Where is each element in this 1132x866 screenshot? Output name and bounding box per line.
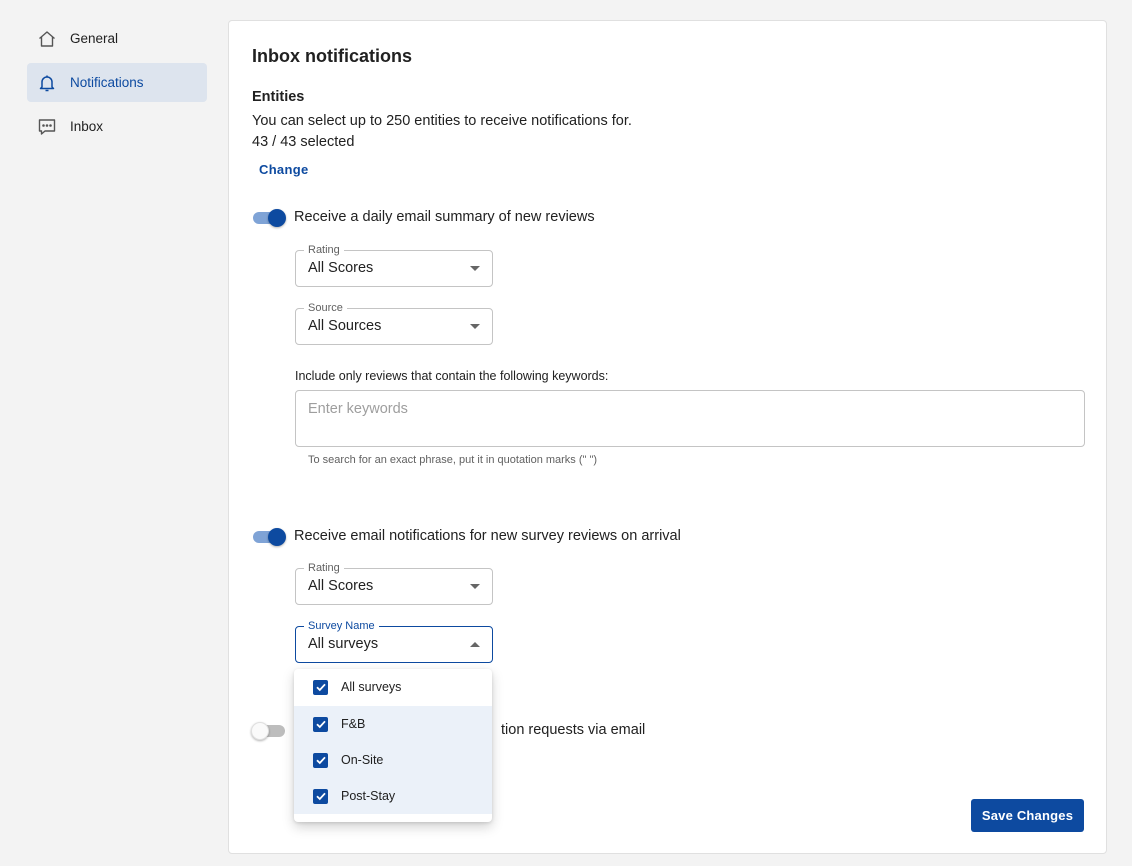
caret-down-icon [470, 266, 480, 271]
survey-rating-select[interactable]: Rating All Scores [295, 561, 493, 605]
toggle-thumb [268, 528, 286, 546]
sidebar-item-general[interactable]: General [27, 19, 207, 58]
third-notification-label: tion requests via email [501, 722, 646, 738]
entities-description: You can select up to 250 entities to rec… [252, 113, 632, 129]
save-changes-button[interactable]: Save Changes [971, 799, 1084, 832]
daily-source-select[interactable]: Source All Sources [295, 301, 493, 345]
entities-count: 43 / 43 selected [252, 134, 355, 150]
sidebar-item-label: Inbox [70, 119, 104, 134]
menu-item-label: On-Site [341, 753, 384, 767]
menu-item-on-site[interactable]: On-Site [294, 742, 492, 778]
sidebar-item-inbox[interactable]: Inbox [27, 107, 207, 146]
keywords-label: Include only reviews that contain the fo… [295, 369, 609, 383]
sidebar-item-label: Notifications [70, 75, 144, 90]
change-entities-button[interactable]: Change [259, 162, 308, 177]
survey-notifications-label: Receive email notifications for new surv… [294, 528, 681, 544]
third-notification-toggle[interactable] [251, 720, 286, 742]
select-value: All Sources [308, 318, 382, 334]
menu-item-all-surveys[interactable]: All surveys [294, 669, 492, 705]
select-value: All surveys [308, 636, 379, 652]
menu-item-fb[interactable]: F&B [294, 706, 492, 742]
keywords-input[interactable] [295, 390, 1085, 447]
sidebar-item-label: General [70, 31, 119, 46]
daily-summary-label: Receive a daily email summary of new rev… [294, 209, 595, 225]
checkbox-checked-icon[interactable] [313, 679, 328, 695]
caret-down-icon [470, 324, 480, 329]
toggle-thumb [268, 209, 286, 227]
checkbox-checked-icon[interactable] [313, 752, 328, 768]
daily-rating-select[interactable]: Rating All Scores [295, 243, 493, 287]
menu-item-label: All surveys [341, 680, 402, 694]
daily-summary-toggle[interactable] [252, 207, 286, 229]
select-legend: Rating [304, 561, 344, 575]
select-legend: Source [304, 301, 347, 315]
survey-name-menu: All surveys F&B On-Site Post-Stay [294, 669, 492, 822]
chat-icon [37, 117, 57, 137]
menu-item-label: F&B [341, 717, 366, 731]
entities-title: Entities [252, 89, 305, 105]
select-legend: Survey Name [304, 619, 379, 633]
caret-down-icon [470, 584, 480, 589]
sidebar: General Notifications Inbox [27, 19, 207, 151]
sidebar-item-notifications[interactable]: Notifications [27, 63, 207, 102]
select-legend: Rating [304, 243, 344, 257]
select-value: All Scores [308, 578, 374, 594]
home-icon [37, 29, 57, 49]
toggle-thumb [251, 722, 269, 740]
checkbox-checked-icon[interactable] [313, 788, 328, 804]
bell-icon [37, 73, 57, 93]
caret-up-icon [470, 642, 480, 647]
checkbox-checked-icon[interactable] [313, 716, 328, 732]
survey-notifications-toggle[interactable] [252, 526, 286, 548]
survey-name-select[interactable]: Survey Name All surveys [295, 619, 493, 663]
select-value: All Scores [308, 260, 374, 276]
menu-item-post-stay[interactable]: Post-Stay [294, 778, 492, 814]
keywords-help-text: To search for an exact phrase, put it in… [308, 454, 598, 466]
page-title: Inbox notifications [252, 46, 412, 66]
menu-item-label: Post-Stay [341, 789, 396, 803]
